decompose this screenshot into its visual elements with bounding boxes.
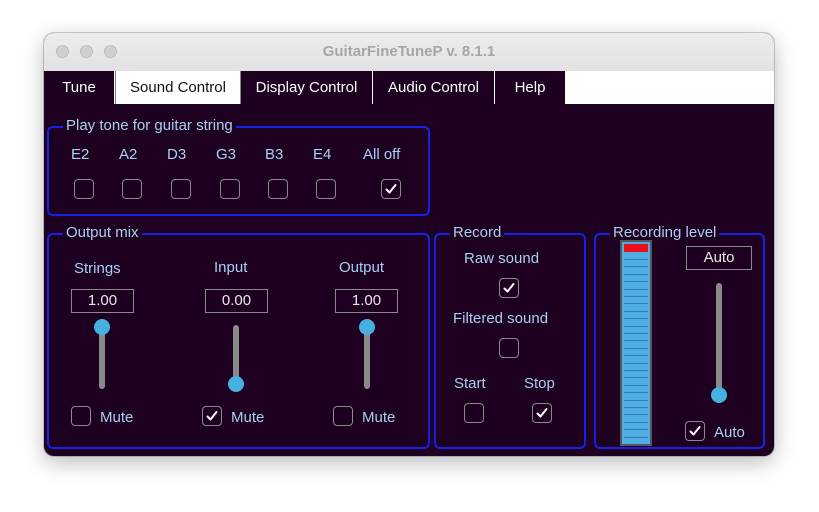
level-meter xyxy=(620,240,652,446)
output-mix-title: Output mix xyxy=(63,223,142,243)
meter-segment xyxy=(624,399,648,401)
output-label: Output xyxy=(339,259,385,276)
meter-segment xyxy=(624,421,648,423)
tone-checkbox-b3[interactable] xyxy=(268,179,288,199)
strings-value-field[interactable]: 1.00 xyxy=(71,289,134,313)
meter-segment xyxy=(624,259,648,260)
checkmark-icon xyxy=(206,411,218,421)
meter-peak-indicator xyxy=(624,244,648,252)
output-slider-knob[interactable] xyxy=(359,319,375,335)
auto-level-label: Auto xyxy=(714,424,745,441)
input-mute-checkbox[interactable] xyxy=(202,406,222,426)
string-label-g3: G3 xyxy=(216,146,237,163)
meter-segment xyxy=(624,310,648,312)
stop-label: Stop xyxy=(524,375,555,392)
meter-segment xyxy=(624,355,648,357)
play-tone-title: Play tone for guitar string xyxy=(63,116,236,136)
string-label-b3: B3 xyxy=(265,146,284,163)
meter-segment xyxy=(624,392,648,394)
meter-segment xyxy=(624,303,648,305)
tone-checkbox-d3[interactable] xyxy=(171,179,191,199)
tone-checkbox-e2[interactable] xyxy=(74,179,94,199)
meter-segment xyxy=(624,340,648,342)
output-mute-checkbox[interactable] xyxy=(333,406,353,426)
tone-checkbox-a2[interactable] xyxy=(122,179,142,199)
meter-segment xyxy=(624,377,648,379)
checkmark-icon xyxy=(536,408,548,418)
tab-tune[interactable]: Tune xyxy=(44,71,115,104)
input-value-field[interactable]: 0.00 xyxy=(205,289,268,313)
tone-checkbox-e4[interactable] xyxy=(316,179,336,199)
meter-segment xyxy=(624,333,648,334)
output-mute-label: Mute xyxy=(362,409,396,426)
strings-mute-label: Mute xyxy=(100,409,134,426)
meter-segment xyxy=(624,266,648,268)
meter-segment xyxy=(624,414,648,416)
meter-segment xyxy=(624,407,648,408)
meter-segment xyxy=(624,281,648,283)
output-value-field[interactable]: 1.00 xyxy=(335,289,398,313)
strings-mute-checkbox[interactable] xyxy=(71,406,91,426)
meter-segment xyxy=(624,288,648,290)
input-slider-knob[interactable] xyxy=(228,376,244,392)
stop-checkbox[interactable] xyxy=(532,403,552,423)
start-label: Start xyxy=(454,375,486,392)
strings-slider-knob[interactable] xyxy=(94,319,110,335)
strings-label: Strings xyxy=(74,260,121,277)
tab-audio-control[interactable]: Audio Control xyxy=(373,71,495,104)
input-label: Input xyxy=(214,259,248,276)
tab-help[interactable]: Help xyxy=(495,71,566,104)
filtered-sound-checkbox[interactable] xyxy=(499,338,519,358)
window-title: GuitarFineTuneP v. 8.1.1 xyxy=(322,43,496,60)
tab-display-control[interactable]: Display Control xyxy=(241,71,373,104)
title-bar: GuitarFineTuneP v. 8.1.1 xyxy=(44,33,774,72)
meter-segment xyxy=(624,429,648,431)
tone-checkbox-g3[interactable] xyxy=(220,179,240,199)
filtered-sound-label: Filtered sound xyxy=(453,310,549,327)
checkmark-icon xyxy=(689,426,701,436)
string-label-e2: E2 xyxy=(71,146,90,163)
checkmark-icon xyxy=(503,283,515,293)
tone-checkbox-all-off[interactable] xyxy=(381,179,401,199)
start-checkbox[interactable] xyxy=(464,403,484,423)
meter-segment xyxy=(624,436,648,438)
meter-segment xyxy=(624,325,648,327)
record-title: Record xyxy=(450,223,505,243)
string-label-e4: E4 xyxy=(313,146,332,163)
meter-segment xyxy=(624,370,648,371)
recording-level-value-field[interactable]: Auto xyxy=(686,246,752,270)
meter-segment xyxy=(624,362,648,364)
string-label-a2: A2 xyxy=(119,146,138,163)
meter-segment xyxy=(624,318,648,320)
raw-sound-label: Raw sound xyxy=(464,250,540,267)
recording-level-slider-knob[interactable] xyxy=(711,387,727,403)
play-tone-panel: Play tone for guitar string xyxy=(47,116,430,216)
input-mute-label: Mute xyxy=(231,409,265,426)
tab-sound-control[interactable]: Sound Control xyxy=(115,71,241,104)
meter-segment xyxy=(624,296,648,297)
meter-segment xyxy=(624,384,648,386)
auto-level-checkbox[interactable] xyxy=(685,421,705,441)
checkmark-icon xyxy=(385,184,397,194)
raw-sound-checkbox[interactable] xyxy=(499,278,519,298)
string-label-d3: D3 xyxy=(167,146,187,163)
string-label-all-off: All off xyxy=(363,146,401,163)
meter-segment xyxy=(624,273,648,275)
tab-bar: Tune Sound Control Display Control Audio… xyxy=(44,71,774,104)
recording-level-slider-track[interactable] xyxy=(716,283,722,403)
meter-segment xyxy=(624,347,648,349)
